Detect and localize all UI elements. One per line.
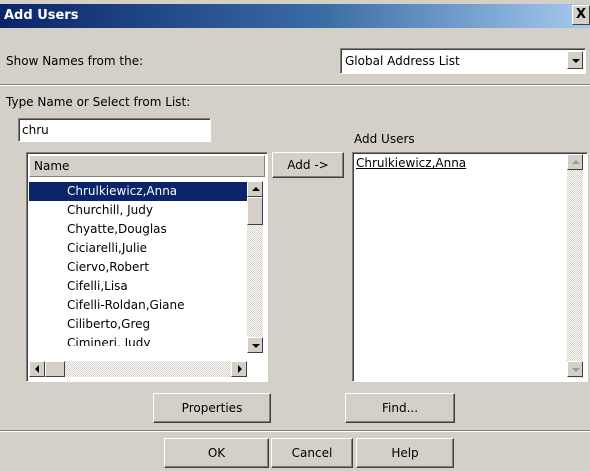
scroll-down-button[interactable] bbox=[247, 337, 263, 353]
scrollbar-thumb[interactable] bbox=[247, 197, 263, 225]
address-list-selected: Global Address List bbox=[345, 54, 460, 68]
chevron-down-icon bbox=[572, 59, 580, 63]
add-users-dialog: Add Users X Show Names from the: Global … bbox=[0, 0, 590, 471]
list-item[interactable]: Cifelli,Lisa bbox=[29, 277, 247, 296]
add-users-scroll-down-button bbox=[567, 361, 583, 377]
close-icon: X bbox=[575, 7, 587, 22]
address-list-dropdown[interactable]: Global Address List bbox=[340, 48, 586, 74]
dropdown-arrow-button[interactable] bbox=[567, 51, 583, 69]
find-button[interactable]: Find... bbox=[345, 393, 455, 423]
list-item[interactable]: Chyatte,Douglas bbox=[29, 220, 247, 239]
scroll-right-button[interactable] bbox=[231, 361, 247, 377]
list-item[interactable]: Cifelli-Roldan,Giane bbox=[29, 296, 247, 315]
list-item[interactable]: Ciervo,Robert bbox=[29, 258, 247, 277]
list-item[interactable]: Cimineri, Judy bbox=[29, 334, 247, 346]
add-button[interactable]: Add -> bbox=[272, 152, 344, 178]
list-item[interactable]: Chrulkiewicz,Anna bbox=[29, 182, 247, 201]
properties-button-label: Properties bbox=[181, 401, 243, 415]
list-item[interactable]: Churchill, Judy bbox=[29, 201, 247, 220]
added-user-item[interactable]: Chrulkiewicz,Anna bbox=[356, 156, 466, 170]
ok-button-label: OK bbox=[207, 446, 226, 460]
window-title: Add Users bbox=[4, 8, 79, 23]
cancel-button-label: Cancel bbox=[291, 446, 333, 460]
add-users-scroll-up-button bbox=[567, 154, 583, 170]
cancel-button[interactable]: Cancel bbox=[271, 438, 353, 468]
properties-button[interactable]: Properties bbox=[153, 393, 271, 423]
chevron-right-icon bbox=[238, 365, 242, 373]
add-users-listbox[interactable]: Chrulkiewicz,Anna bbox=[352, 152, 588, 382]
list-item[interactable]: Ciliberto,Greg bbox=[29, 315, 247, 334]
separator bbox=[0, 430, 590, 432]
scroll-left-button[interactable] bbox=[29, 361, 45, 377]
chevron-down-icon bbox=[252, 344, 260, 348]
add-button-label: Add -> bbox=[287, 158, 329, 172]
separator bbox=[0, 84, 590, 86]
name-column-header[interactable]: Name bbox=[29, 155, 265, 177]
help-button[interactable]: Help bbox=[356, 438, 454, 468]
help-button-label: Help bbox=[391, 446, 419, 460]
add-users-label: Add Users bbox=[354, 132, 415, 146]
chevron-up-icon bbox=[572, 160, 580, 164]
name-search-value: chru bbox=[22, 123, 49, 137]
close-button[interactable]: X bbox=[572, 5, 590, 25]
add-users-vertical-scrollbar bbox=[567, 154, 583, 378]
show-names-label: Show Names from the: bbox=[6, 54, 144, 68]
chevron-left-icon bbox=[35, 365, 39, 373]
name-listbox[interactable]: Name Chrulkiewicz,Anna Churchill, Judy C… bbox=[26, 152, 268, 382]
scroll-up-button[interactable] bbox=[247, 181, 263, 197]
name-search-input[interactable]: chru bbox=[18, 118, 211, 142]
chevron-down-icon bbox=[572, 368, 580, 372]
title-bar[interactable]: Add Users X bbox=[0, 4, 590, 28]
type-name-label: Type Name or Select from List: bbox=[6, 95, 191, 109]
find-button-label: Find... bbox=[381, 401, 419, 415]
horizontal-scrollbar-thumb[interactable] bbox=[45, 361, 65, 377]
name-column-header-label: Name bbox=[34, 159, 70, 173]
chevron-up-icon bbox=[252, 187, 260, 191]
list-item[interactable]: Ciciarelli,Julie bbox=[29, 239, 247, 258]
ok-button[interactable]: OK bbox=[164, 438, 269, 468]
